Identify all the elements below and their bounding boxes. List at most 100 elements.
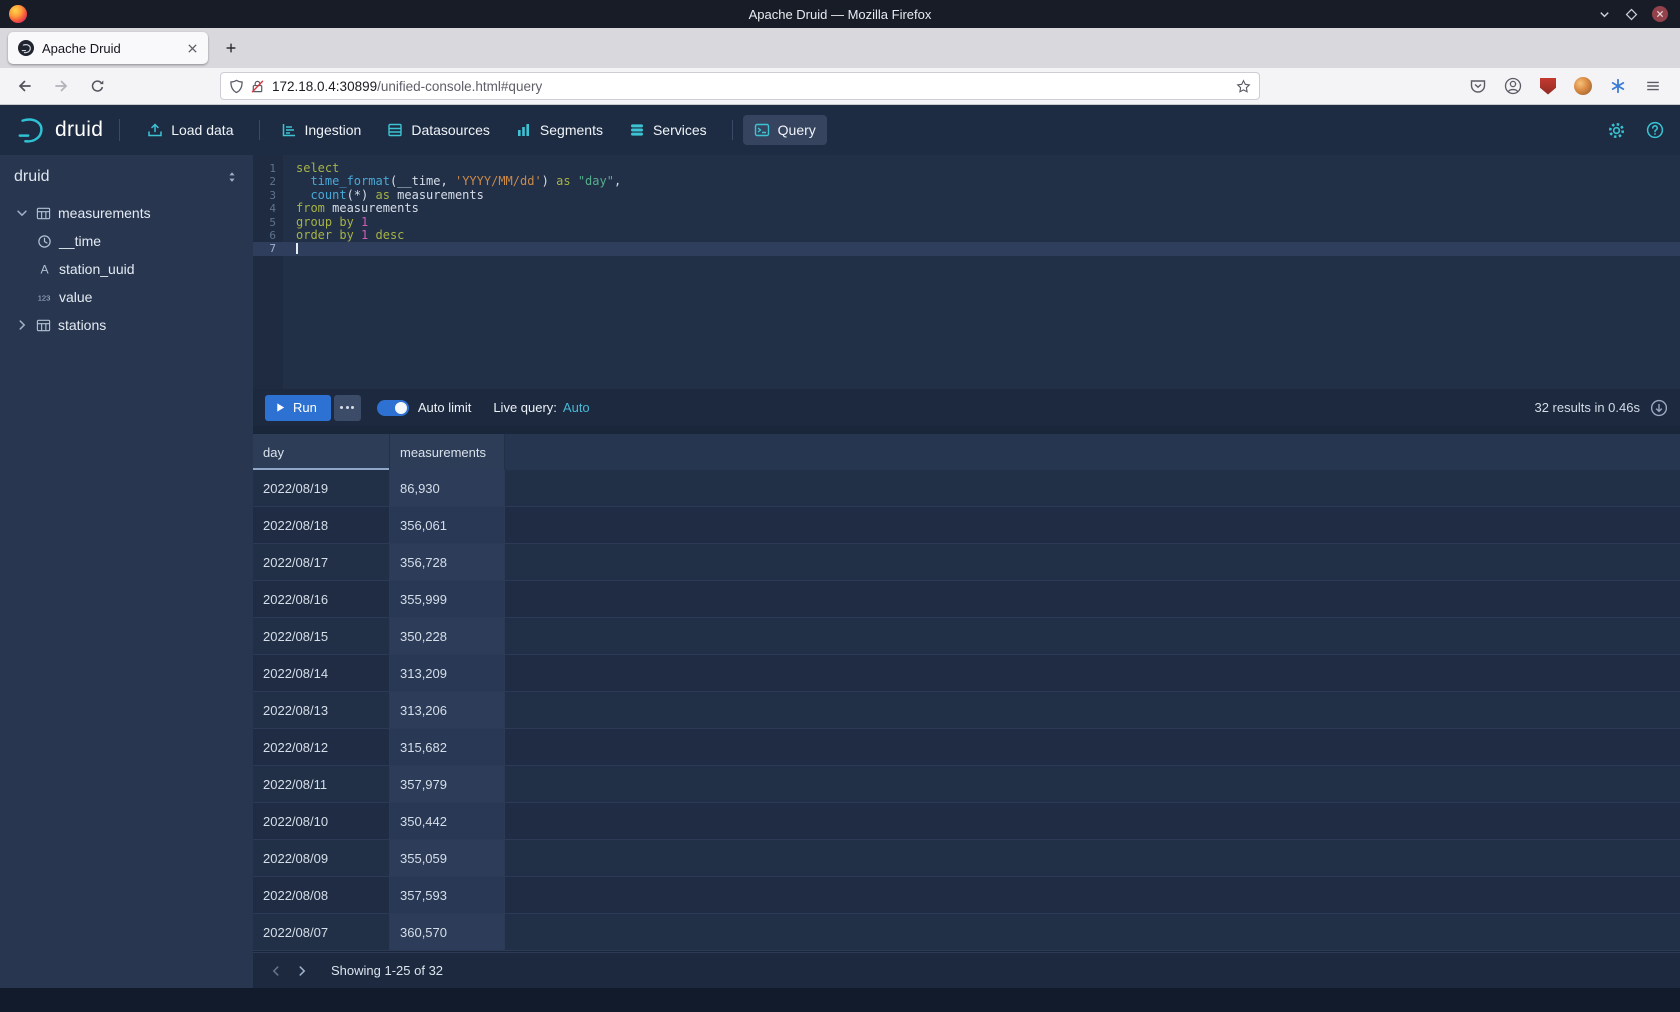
schema-selector[interactable]: druid (0, 155, 253, 199)
cell-day[interactable]: 2022/08/19 (253, 470, 390, 506)
cell-measurements[interactable]: 356,061 (390, 507, 505, 543)
cell-measurements[interactable]: 313,209 (390, 655, 505, 691)
auto-limit-toggle[interactable] (377, 400, 409, 416)
settings-gear-icon[interactable] (1607, 121, 1626, 140)
cell-day[interactable]: 2022/08/16 (253, 581, 390, 617)
url-host: 172.18.0.4:30899 (272, 79, 377, 94)
cell-day[interactable]: 2022/08/12 (253, 729, 390, 765)
tracking-shield-icon[interactable] (229, 79, 244, 94)
line-number: 1 (253, 162, 283, 175)
cell-measurements[interactable]: 315,682 (390, 729, 505, 765)
editor-line-5[interactable]: 5group by 1 (253, 216, 1680, 229)
help-icon[interactable] (1646, 121, 1664, 139)
editor-line-1[interactable]: 1select (253, 162, 1680, 175)
minimize-icon[interactable] (1598, 8, 1611, 21)
cell-day[interactable]: 2022/08/17 (253, 544, 390, 580)
nav-item-datasources[interactable]: Datasources (376, 115, 501, 145)
extension-star-icon[interactable] (1607, 75, 1629, 97)
maximize-icon[interactable] (1625, 8, 1638, 21)
forward-button[interactable] (44, 71, 78, 101)
nav-item-services[interactable]: Services (618, 115, 718, 145)
nav-item-label: Datasources (411, 122, 490, 138)
cell-day[interactable]: 2022/08/07 (253, 914, 390, 950)
cell-day[interactable]: 2022/08/10 (253, 803, 390, 839)
close-icon[interactable] (1652, 6, 1668, 22)
cell-measurements[interactable]: 350,442 (390, 803, 505, 839)
tab-close-icon[interactable] (182, 38, 202, 58)
download-icon[interactable] (1650, 399, 1668, 417)
tree-item-label: value (59, 289, 92, 305)
run-bar: Run Auto limit Live query:Auto 32 result… (253, 389, 1680, 426)
run-more-button[interactable] (334, 395, 361, 421)
tree-item-station_uuid[interactable]: Astation_uuid (0, 255, 253, 283)
cell-day[interactable]: 2022/08/09 (253, 840, 390, 876)
cell-day[interactable]: 2022/08/14 (253, 655, 390, 691)
ublock-icon[interactable] (1537, 75, 1559, 97)
cell-day[interactable]: 2022/08/08 (253, 877, 390, 913)
editor-line-4[interactable]: 4from measurements (253, 202, 1680, 215)
line-code: time_format(__time, 'YYYY/MM/dd') as "da… (283, 175, 1680, 188)
next-page-icon[interactable] (289, 958, 315, 984)
cell-measurements[interactable]: 356,728 (390, 544, 505, 580)
nav-separator (259, 120, 260, 140)
result-row: 2022/08/13313,206 (253, 692, 1680, 729)
bookmark-star-icon[interactable] (1236, 79, 1251, 94)
nav-item-ingestion[interactable]: Ingestion (270, 115, 373, 145)
cell-day[interactable]: 2022/08/15 (253, 618, 390, 654)
reload-button[interactable] (80, 71, 114, 101)
avatar-extension-icon[interactable] (1572, 75, 1594, 97)
menu-hamburger-icon[interactable] (1642, 75, 1664, 97)
line-code: select (283, 162, 1680, 175)
prev-page-icon[interactable] (263, 958, 289, 984)
svg-text:123: 123 (38, 293, 51, 302)
cell-measurements[interactable]: 357,979 (390, 766, 505, 802)
nav-item-load-data[interactable]: Load data (136, 115, 244, 145)
cell-day[interactable]: 2022/08/11 (253, 766, 390, 802)
nav-item-segments[interactable]: Segments (505, 115, 614, 145)
pocket-icon[interactable] (1467, 75, 1489, 97)
column-header-measurements[interactable]: measurements (390, 434, 505, 470)
pagination-bar: Showing 1-25 of 32 (253, 952, 1680, 988)
cell-measurements[interactable]: 313,206 (390, 692, 505, 728)
live-query-label: Live query: (493, 400, 557, 415)
url-text[interactable]: 172.18.0.4:30899/unified-console.html#qu… (272, 79, 542, 94)
tree-item-value[interactable]: 123 value (0, 283, 253, 311)
live-query-value[interactable]: Auto (563, 400, 590, 415)
run-button-label: Run (293, 400, 317, 415)
nav-item-label: Services (653, 122, 707, 138)
editor-line-7[interactable]: 7 (253, 242, 1680, 255)
window-controls (1598, 6, 1668, 22)
cell-measurements[interactable]: 357,593 (390, 877, 505, 913)
row-filler (505, 692, 1680, 728)
account-icon[interactable] (1502, 75, 1524, 97)
auto-limit-label: Auto limit (418, 400, 471, 415)
cell-day[interactable]: 2022/08/18 (253, 507, 390, 543)
editor-line-3[interactable]: 3 count(*) as measurements (253, 189, 1680, 202)
clock-icon (36, 234, 52, 249)
cell-measurements[interactable]: 355,059 (390, 840, 505, 876)
nav-item-query[interactable]: Query (743, 115, 827, 145)
cell-day[interactable]: 2022/08/13 (253, 692, 390, 728)
browser-tab[interactable]: Apache Druid (8, 32, 208, 64)
table-icon (35, 318, 51, 333)
insecure-lock-icon[interactable] (250, 79, 265, 94)
back-button[interactable] (8, 71, 42, 101)
cell-measurements[interactable]: 86,930 (390, 470, 505, 506)
tree-item-measurements[interactable]: measurements (0, 199, 253, 227)
cell-measurements[interactable]: 355,999 (390, 581, 505, 617)
sql-editor[interactable]: 1select2 time_format(__time, 'YYYY/MM/dd… (253, 155, 1680, 389)
column-header-day[interactable]: day (253, 434, 390, 470)
tree-item-stations[interactable]: stations (0, 311, 253, 339)
druid-logo-icon[interactable] (16, 115, 46, 145)
header-filler (505, 434, 1680, 470)
editor-line-6[interactable]: 6order by 1 desc (253, 229, 1680, 242)
cell-measurements[interactable]: 360,570 (390, 914, 505, 950)
url-bar[interactable]: 172.18.0.4:30899/unified-console.html#qu… (220, 72, 1260, 100)
header-right (1587, 121, 1664, 140)
new-tab-button[interactable] (216, 33, 246, 63)
editor-line-2[interactable]: 2 time_format(__time, 'YYYY/MM/dd') as "… (253, 175, 1680, 188)
run-button[interactable]: Run (265, 395, 331, 421)
tree-item-__time[interactable]: __time (0, 227, 253, 255)
cell-measurements[interactable]: 350,228 (390, 618, 505, 654)
schema-sidebar: druid measurements__timeAstation_uuid123… (0, 155, 253, 988)
